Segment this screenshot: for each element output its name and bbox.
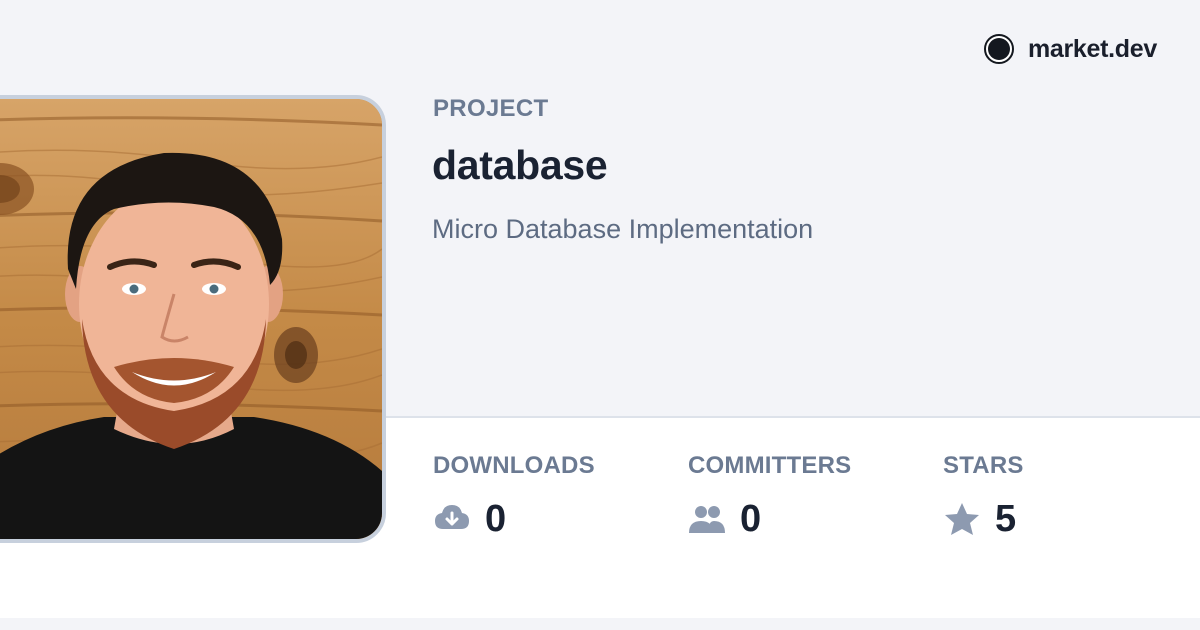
project-description: Micro Database Implementation (432, 214, 814, 244)
stat-label: COMMITTERS (688, 452, 852, 479)
stat-committers: COMMITTERS 0 (688, 452, 851, 541)
users-icon (689, 505, 725, 533)
bottom-strip (0, 618, 1200, 630)
avatar-photo (0, 99, 382, 539)
project-eyebrow: PROJECT (433, 95, 549, 122)
stat-label: STARS (943, 452, 1024, 479)
brand-name: market.dev (1027, 34, 1157, 63)
page-title: database (432, 142, 608, 188)
brand-link[interactable]: market.dev (983, 34, 1157, 64)
stat-value: 0 (740, 498, 762, 540)
stat-label: DOWNLOADS (433, 452, 595, 479)
stat-stars: STARS 5 (943, 452, 1024, 541)
avatar (0, 95, 386, 543)
stat-downloads: DOWNLOADS 0 (433, 452, 595, 541)
cloud-download-icon (435, 504, 469, 529)
star-icon (945, 502, 979, 535)
stat-value: 5 (995, 498, 1017, 540)
stat-value: 0 (485, 498, 507, 540)
brand-logo-icon (983, 34, 1014, 64)
